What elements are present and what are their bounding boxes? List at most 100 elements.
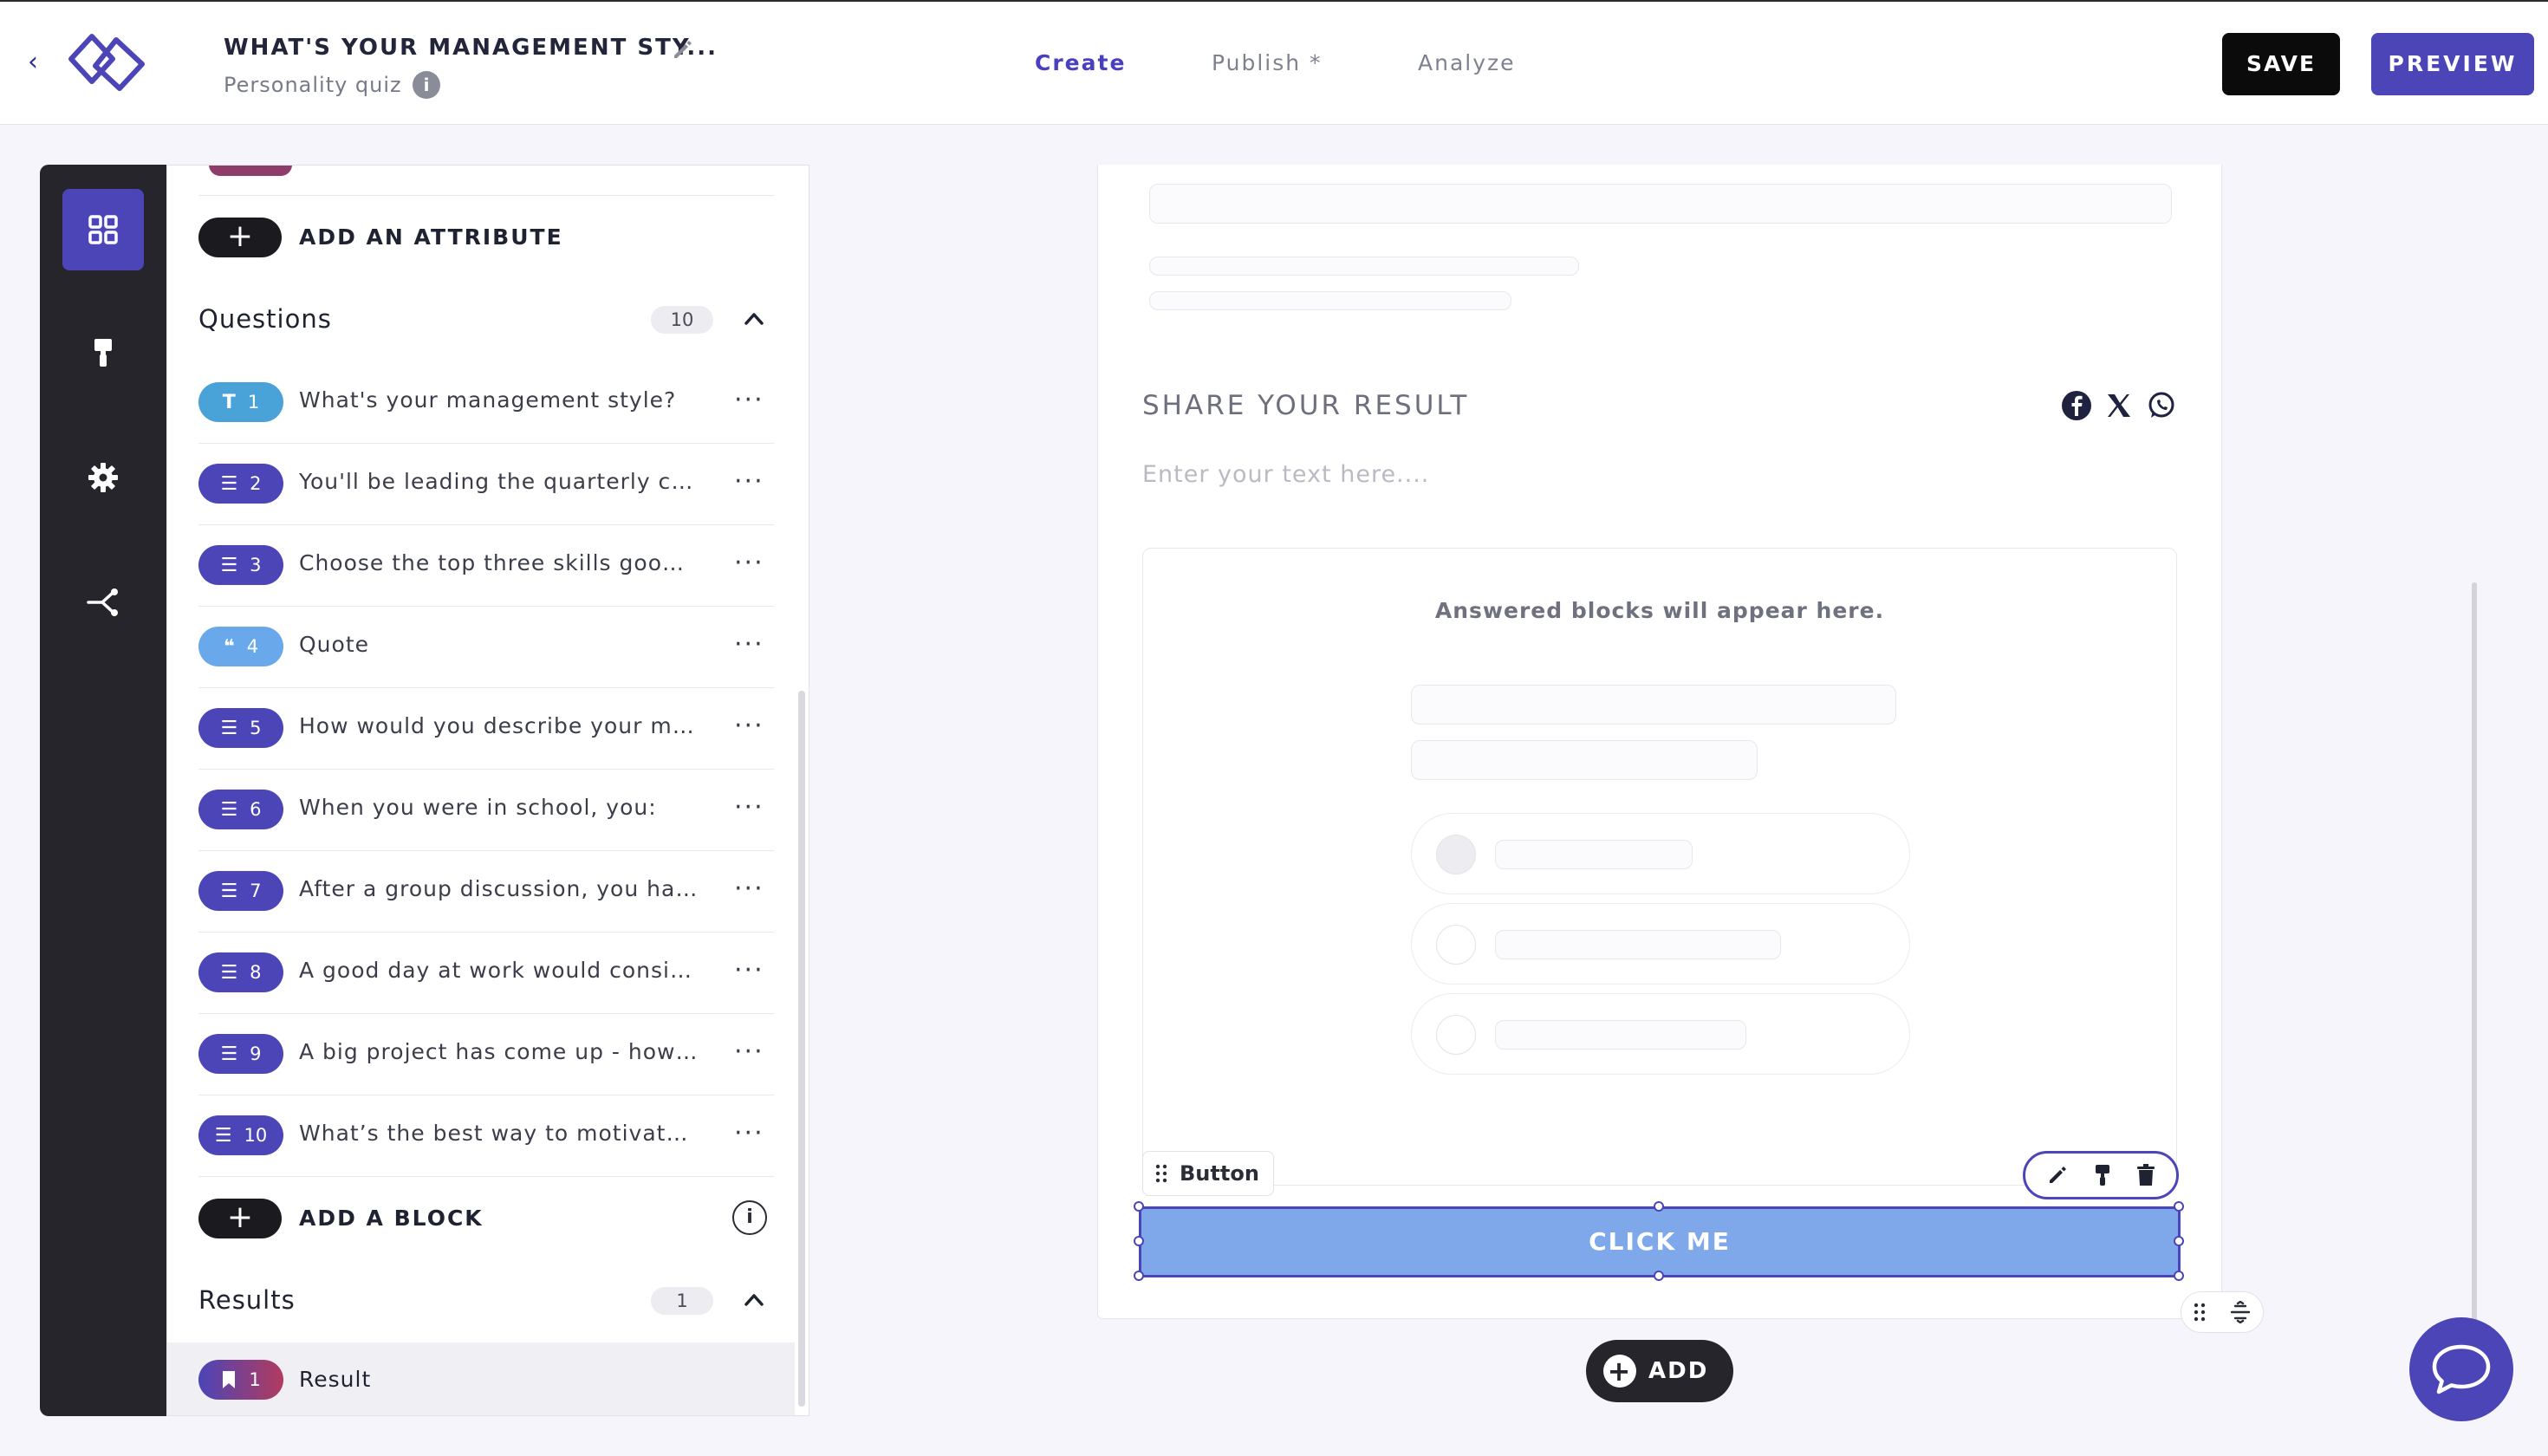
result-number: 1 — [249, 1369, 261, 1390]
list-type-icon: ☰ — [220, 472, 238, 495]
list-type-icon: ☰ — [220, 880, 238, 902]
question-number: 5 — [250, 718, 262, 738]
resize-handle[interactable] — [2174, 1201, 2184, 1212]
save-button[interactable]: SAVE — [2222, 33, 2340, 95]
canvas-scrollbar[interactable] — [2472, 582, 2477, 1328]
resize-handle[interactable] — [2174, 1271, 2184, 1281]
gear-icon — [88, 463, 118, 492]
paint-roller-icon[interactable] — [2093, 1163, 2112, 1187]
resize-handle[interactable] — [1134, 1271, 1144, 1281]
question-row-5[interactable]: ☰ 5 How would you describe your man... ··… — [198, 687, 776, 769]
question-row-2[interactable]: ☰ 2 You'll be leading the quarterly com..… — [198, 443, 776, 524]
section-controls — [2181, 1291, 2264, 1333]
resize-handle[interactable] — [2174, 1236, 2184, 1246]
more-options-icon[interactable]: ··· — [734, 958, 764, 984]
rail-settings-button[interactable] — [62, 437, 144, 518]
question-row-7[interactable]: ☰ 7 After a group discussion, you have...… — [198, 850, 776, 932]
more-options-icon[interactable]: ··· — [734, 795, 764, 821]
skeleton-line — [1149, 291, 1511, 310]
question-label: How would you describe your man... — [299, 713, 698, 738]
question-row-9[interactable]: ☰ 9 A big project has come up - how d... … — [198, 1013, 776, 1095]
results-count-badge: 1 — [651, 1287, 713, 1315]
edit-pencil-icon[interactable] — [669, 36, 695, 62]
question-type-badge-list: ☰ 6 — [198, 790, 283, 829]
list-type-icon: ☰ — [220, 717, 238, 739]
back-chevron-icon[interactable]: ‹ — [28, 47, 54, 78]
click-me-button[interactable]: CLICK ME — [1139, 1206, 2181, 1277]
add-block-label[interactable]: ADD A BLOCK — [299, 1206, 484, 1231]
resize-handle[interactable] — [1134, 1236, 1144, 1246]
question-number: 1 — [247, 392, 260, 413]
blocks-panel: + ADD AN ATTRIBUTE Questions 10 T1 What'… — [166, 165, 809, 1416]
quote-type-icon: ❝ — [223, 635, 235, 658]
question-row-4[interactable]: ❝ 4 Quote ··· — [198, 606, 776, 687]
add-attribute-plus-button[interactable]: + — [198, 218, 282, 257]
tab-create[interactable]: Create — [1035, 50, 1126, 75]
tab-publish[interactable]: Publish * — [1212, 50, 1323, 75]
questions-count-badge: 10 — [651, 306, 713, 334]
resize-handle[interactable] — [1654, 1201, 1664, 1212]
button-block-tag-label: Button — [1180, 1161, 1259, 1186]
results-section-title: Results — [198, 1285, 296, 1315]
result-row-1[interactable]: 1 Result — [167, 1342, 795, 1415]
more-options-icon[interactable]: ··· — [734, 632, 764, 658]
skeleton-input — [1149, 184, 2172, 224]
button-block-tag[interactable]: Button — [1142, 1151, 1274, 1196]
attribute-badge-partial — [209, 166, 292, 176]
skeleton-line — [1149, 257, 1579, 276]
skeleton-option-text — [1495, 930, 1781, 959]
quiz-type-label: Personality quiz — [224, 73, 402, 97]
question-row-8[interactable]: ☰ 8 A good day at work would consist ... … — [198, 932, 776, 1013]
question-label: What’s the best way to motivate yo... — [299, 1121, 698, 1146]
question-number: 10 — [244, 1125, 268, 1146]
paint-roller-icon — [94, 339, 112, 367]
resize-handle[interactable] — [1134, 1201, 1144, 1212]
chat-button[interactable] — [2409, 1317, 2513, 1421]
rail-design-button[interactable] — [62, 312, 144, 393]
whatsapp-icon[interactable] — [2146, 390, 2177, 421]
x-twitter-icon[interactable] — [2104, 391, 2134, 420]
info-icon[interactable]: i — [413, 71, 440, 99]
tab-analyze[interactable]: Analyze — [1418, 50, 1516, 75]
branch-icon — [87, 588, 118, 616]
share-text-input[interactable]: Enter your text here.... — [1142, 461, 1429, 488]
skeleton-line — [1411, 740, 1758, 780]
divider — [198, 195, 774, 196]
more-options-icon[interactable]: ··· — [734, 550, 764, 576]
question-row-3[interactable]: ☰ 3 Choose the top three skills good m...… — [198, 524, 776, 606]
add-block-plus-button[interactable]: + — [198, 1199, 282, 1238]
question-number: 4 — [246, 636, 259, 657]
resize-handle[interactable] — [1654, 1271, 1664, 1281]
block-toolbar — [2023, 1151, 2179, 1199]
add-block-info-icon[interactable]: i — [732, 1200, 767, 1235]
question-type-badge-list: ☰ 10 — [198, 1115, 283, 1155]
app-logo[interactable] — [59, 26, 156, 99]
question-row-6[interactable]: ☰ 6 When you were in school, you: ··· — [198, 769, 776, 850]
more-options-icon[interactable]: ··· — [734, 1121, 764, 1147]
add-attribute-label[interactable]: ADD AN ATTRIBUTE — [299, 224, 563, 250]
more-options-icon[interactable]: ··· — [734, 876, 764, 902]
more-options-icon[interactable]: ··· — [734, 713, 764, 739]
skeleton-line — [1411, 685, 1896, 725]
facebook-icon[interactable] — [2061, 390, 2092, 421]
question-row-10[interactable]: ☰ 10 What’s the best way to motivate yo..… — [198, 1095, 776, 1176]
preview-button[interactable]: PREVIEW — [2371, 33, 2534, 95]
panel-scrollbar[interactable] — [798, 691, 805, 1407]
rail-grid-button[interactable] — [62, 189, 144, 270]
divider — [198, 1176, 774, 1177]
trash-icon[interactable] — [2136, 1164, 2155, 1186]
spacing-icon[interactable] — [2229, 1301, 2252, 1323]
add-block-button[interactable]: + ADD — [1586, 1340, 1733, 1402]
drag-handle-icon[interactable] — [1155, 1164, 1167, 1183]
question-label: You'll be leading the quarterly com... — [299, 469, 698, 494]
rail-branching-button[interactable] — [62, 562, 144, 643]
collapse-results-icon[interactable] — [743, 1289, 765, 1311]
drag-handle-icon[interactable] — [2194, 1303, 2206, 1322]
more-options-icon[interactable]: ··· — [734, 1039, 764, 1065]
question-type-badge-list: ☰ 2 — [198, 464, 283, 504]
edit-pencil-icon[interactable] — [2046, 1164, 2069, 1186]
more-options-icon[interactable]: ··· — [734, 469, 764, 495]
collapse-questions-icon[interactable] — [743, 308, 765, 330]
more-options-icon[interactable]: ··· — [734, 387, 764, 413]
question-row-1[interactable]: T1 What's your management style? ··· — [198, 361, 776, 443]
